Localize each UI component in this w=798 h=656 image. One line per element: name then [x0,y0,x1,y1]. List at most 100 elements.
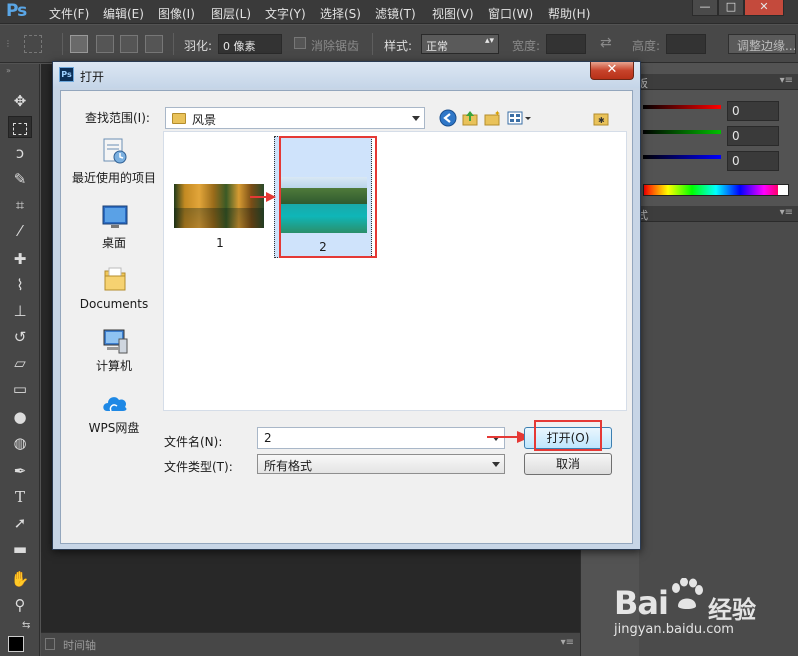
timeline-tab[interactable]: 时间轴 [63,637,96,653]
timeline-grip-icon [45,638,55,650]
lasso-tool-icon[interactable]: ↄ [8,142,32,164]
photoshop-logo: Ps [6,1,27,21]
swap-colors-icon[interactable]: ⇆ [22,620,30,631]
hand-tool-icon[interactable]: ✋ [8,568,32,590]
place-recent[interactable]: 最近使用的项目 [69,137,159,195]
green-value-input[interactable]: 0 [727,126,779,146]
options-bar: ⋮ 羽化: 0 像素 消除锯齿 样式: 正常 ▴▾ 宽度: ⇄ 高度: 调整边缘… [0,25,798,63]
dodge-tool-icon[interactable]: ◍ [8,432,32,454]
places-bar: 最近使用的项目 桌面 Documents 计算机 WPS网盘 [69,131,159,521]
back-icon[interactable] [439,109,457,127]
annotation-highlight-box [279,136,377,258]
panel-menu-icon[interactable]: ▾≡ [780,75,793,86]
path-selection-tool-icon[interactable]: ➚ [8,512,32,534]
up-folder-icon[interactable] [461,109,479,127]
red-value-input[interactable]: 0 [727,101,779,121]
quick-select-tool-icon[interactable]: ✎ [8,168,32,190]
menu-view[interactable]: 视图(V) [432,5,474,22]
separator [173,33,174,55]
history-brush-tool-icon[interactable]: ↺ [8,326,32,348]
wps-cloud-icon [103,397,127,412]
height-label: 高度: [632,39,661,53]
height-input[interactable] [666,34,706,54]
refine-edge-button[interactable]: 调整边缘... [728,34,796,54]
healing-brush-tool-icon[interactable]: ✚ [8,248,32,270]
pen-tool-icon[interactable]: ✒ [8,460,32,482]
blue-value-input[interactable]: 0 [727,151,779,171]
look-in-select[interactable]: 风景 [165,107,425,129]
blue-slider[interactable] [643,155,721,159]
width-input[interactable] [546,34,586,54]
menu-file[interactable]: 文件(F) [49,5,89,22]
green-slider[interactable] [643,130,721,134]
swap-dimensions-icon[interactable]: ⇄ [600,35,612,51]
clone-stamp-tool-icon[interactable]: ⊥ [8,300,32,322]
place-wps-cloud[interactable]: WPS网盘 [69,389,159,441]
dialog-title-bar[interactable]: Ps 打开 ✕ [53,62,640,88]
eyedropper-tool-icon[interactable]: ⁄ [8,220,32,242]
separator [372,33,373,55]
color-spectrum[interactable] [643,184,789,196]
updown-arrow-icon: ▴▾ [484,36,494,46]
type-tool-icon[interactable]: T [8,486,32,508]
dialog-close-icon[interactable]: ✕ [590,62,634,80]
documents-folder-icon [104,267,126,291]
dialog-body: 查找范围(I): 风景 ✦ ✱ 最近使用的项目 桌面 Documents 计算机… [60,90,633,544]
menu-filter[interactable]: 滤镜(T) [375,5,416,22]
recent-items-icon [103,138,127,164]
file-name-1: 1 [216,236,224,250]
blur-tool-icon[interactable]: ● [8,406,32,428]
new-selection-icon[interactable] [70,35,88,53]
timeline-panel: 时间轴 ▾≡ [41,632,580,656]
crop-tool-icon[interactable]: ⌗ [8,194,32,216]
marquee-tool-preset-icon[interactable] [24,35,42,53]
file-list: 1 2 [163,131,627,411]
watermark-jingyan-text: 经验 [708,596,756,624]
close-icon[interactable]: ✕ [744,0,784,16]
red-slider[interactable] [643,105,721,109]
collapse-icon[interactable]: » [6,66,12,75]
style-select[interactable]: 正常 ▴▾ [421,34,499,54]
menu-select[interactable]: 选择(S) [320,5,361,22]
maximize-icon[interactable]: □ [718,0,744,16]
intersect-selection-icon[interactable] [145,35,163,53]
file-type-select[interactable]: 所有格式 [257,454,505,474]
panel-menu-icon[interactable]: ▾≡ [561,637,574,648]
brush-tool-icon[interactable]: ⌇ [8,274,32,296]
panel-menu-icon[interactable]: ▾≡ [780,207,793,218]
bridge-folder-icon[interactable]: ✱ [592,109,610,127]
rectangle-tool-icon[interactable]: ▬ [8,538,32,560]
width-label: 宽度: [512,39,541,53]
new-folder-icon[interactable]: ✦ [483,109,501,127]
file-name-input[interactable]: 2 [257,427,505,449]
eraser-tool-icon[interactable]: ▱ [8,352,32,374]
style-select-value: 正常 [426,40,448,53]
baidu-paw-icon [672,578,703,609]
move-tool-icon[interactable]: ✥ [8,90,32,112]
view-menu-icon[interactable] [507,109,533,127]
marquee-tool-icon[interactable] [8,116,32,138]
zoom-tool-icon[interactable]: ⚲ [8,594,32,616]
dialog-title: 打开 [80,70,105,84]
menu-layer[interactable]: 图层(L) [211,5,251,22]
subtract-from-selection-icon[interactable] [120,35,138,53]
place-documents[interactable]: Documents [69,265,159,317]
place-computer[interactable]: 计算机 [69,327,159,379]
feather-label: 羽化: [184,39,213,53]
menu-edit[interactable]: 编辑(E) [103,5,144,22]
menu-window[interactable]: 窗口(W) [488,5,533,22]
menu-image[interactable]: 图像(I) [158,5,195,22]
watermark-logo-text: Bai [614,584,669,622]
place-desktop[interactable]: 桌面 [69,203,159,255]
cancel-button[interactable]: 取消 [524,453,612,475]
chevron-down-icon [412,116,420,121]
gradient-tool-icon[interactable]: ▭ [8,378,32,400]
feather-input[interactable]: 0 像素 [218,34,282,54]
desktop-icon [102,205,128,228]
add-to-selection-icon[interactable] [96,35,114,53]
menu-type[interactable]: 文字(Y) [265,5,306,22]
menu-help[interactable]: 帮助(H) [548,5,590,22]
antialias-checkbox[interactable] [294,37,306,49]
foreground-color-swatch[interactable] [8,636,24,652]
minimize-icon[interactable]: — [692,0,718,16]
